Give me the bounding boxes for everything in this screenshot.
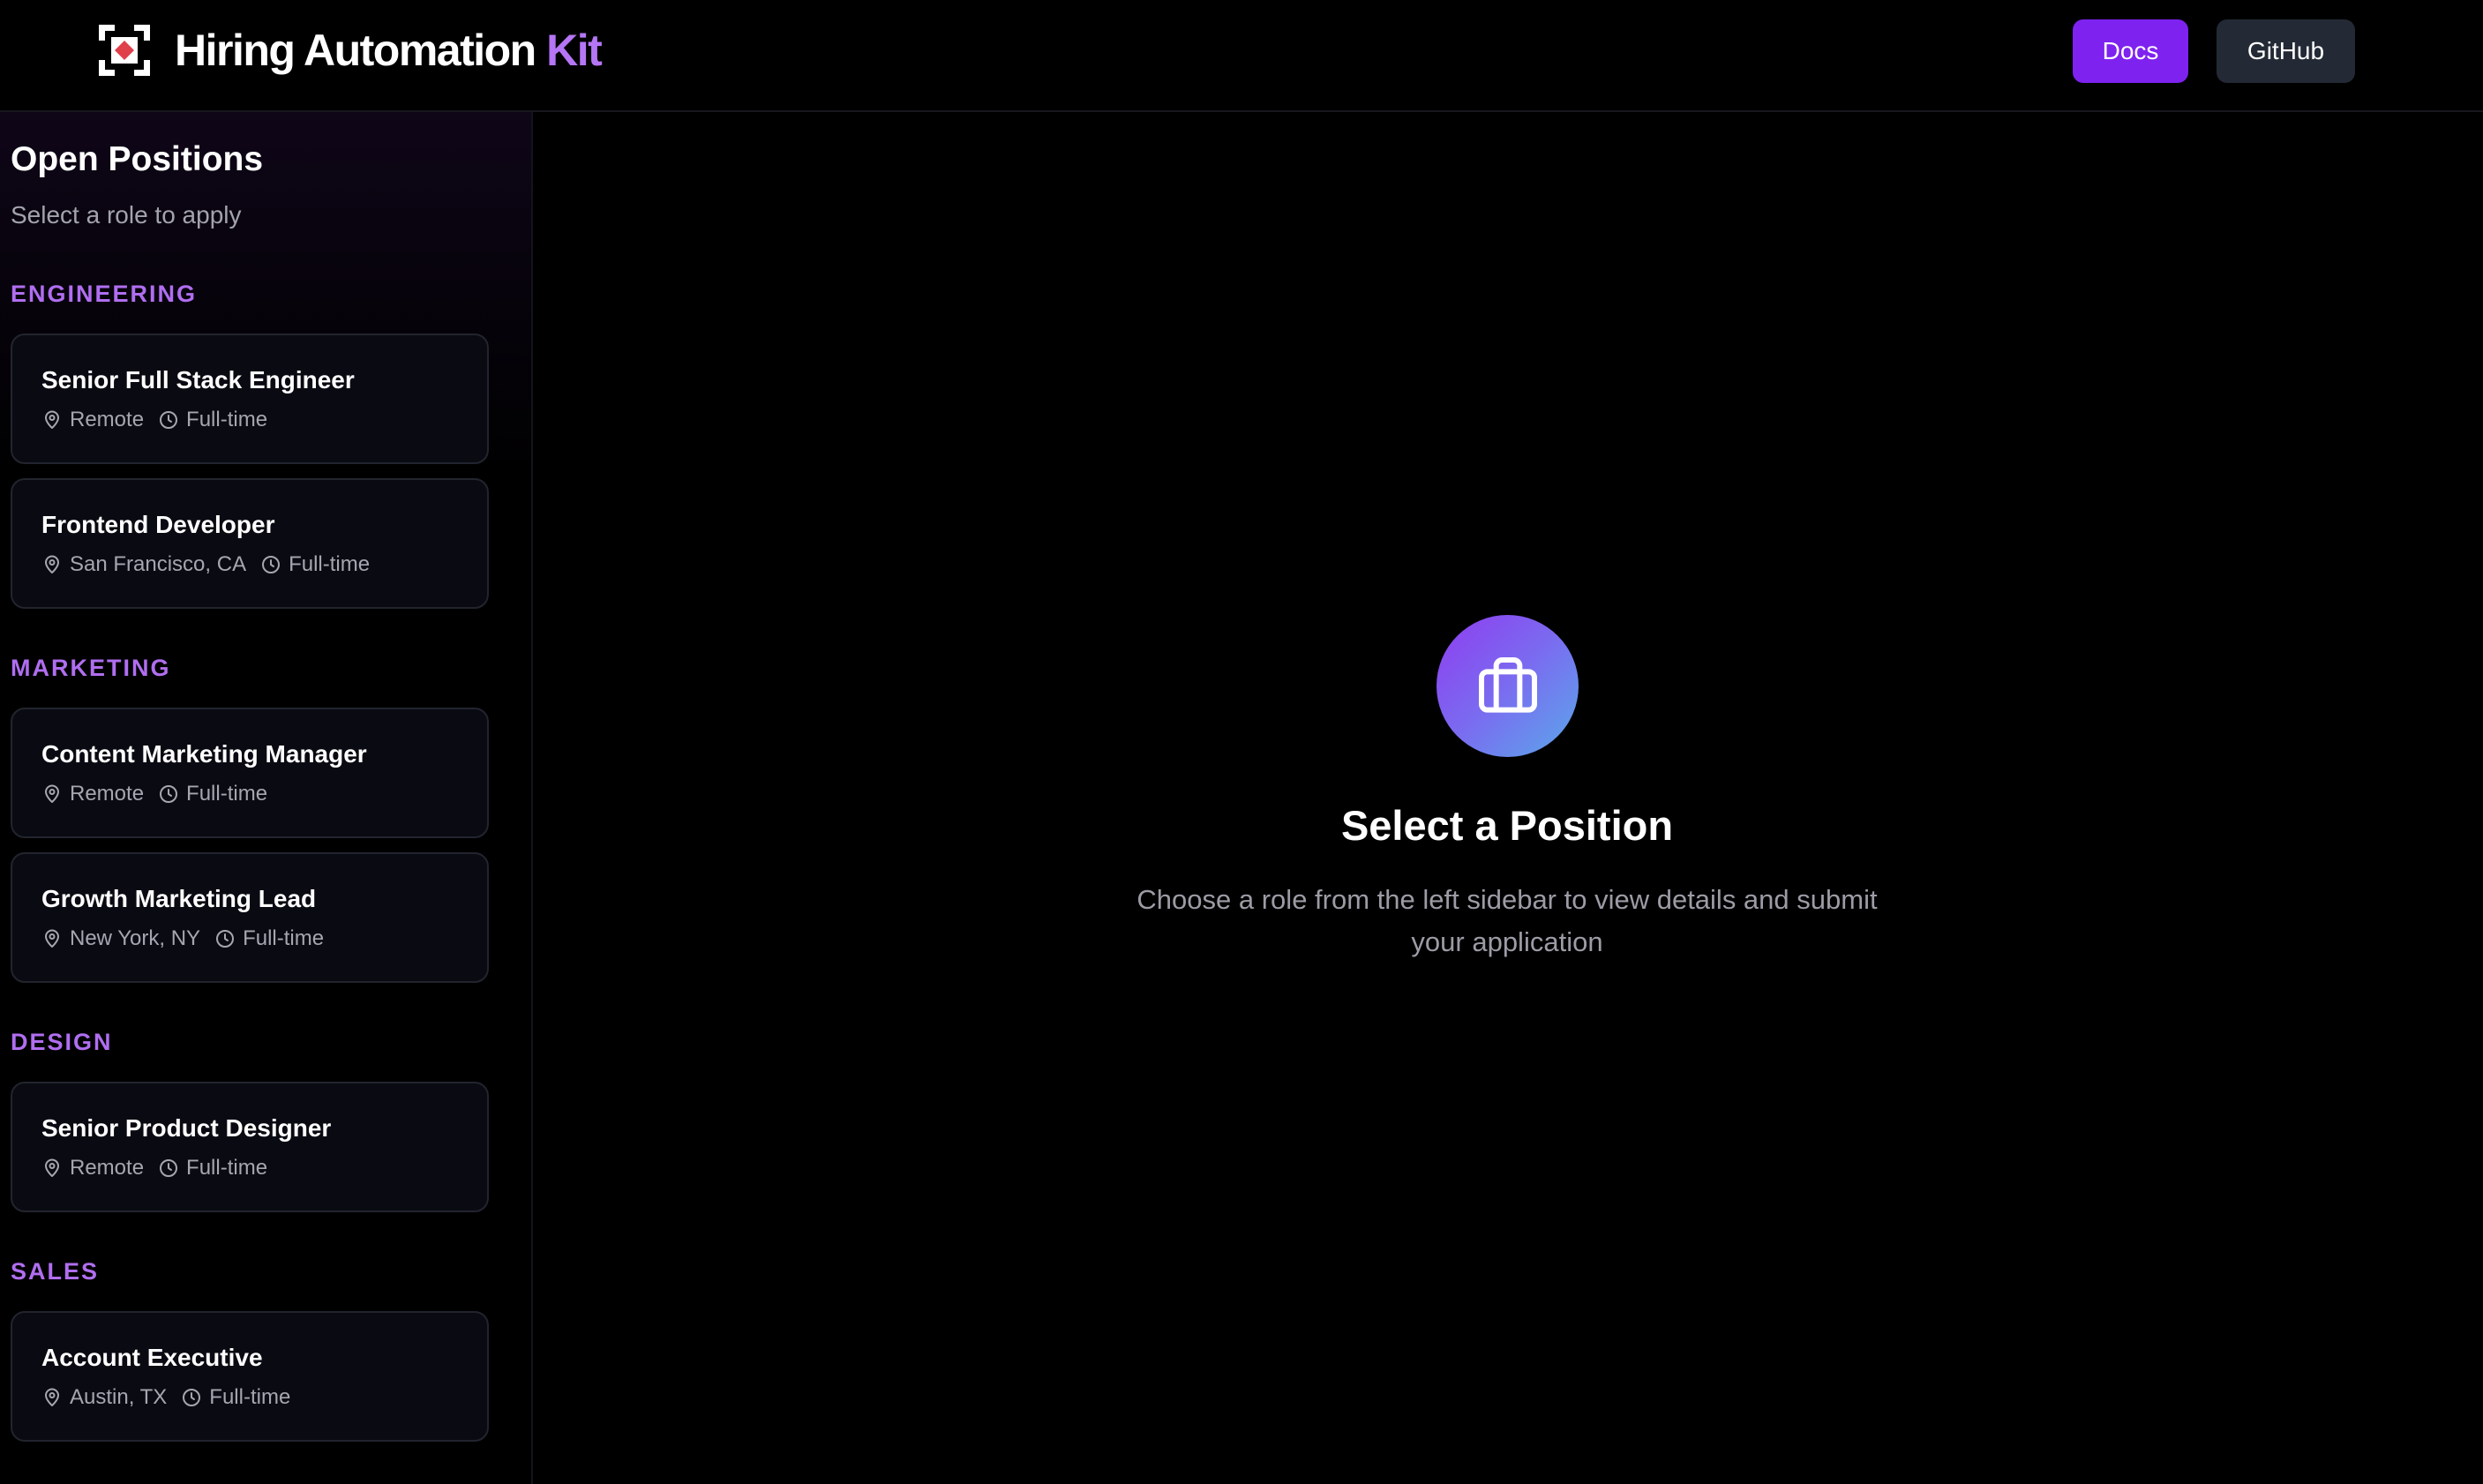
brand-logo-icon	[95, 21, 154, 79]
job-type: Full-time	[289, 552, 371, 576]
job-card-senior-full-stack-engineer[interactable]: Senior Full Stack Engineer Remote Full-t…	[11, 334, 489, 464]
top-navbar: Hiring Automation Kit Docs GitHub	[0, 0, 2483, 112]
clock-icon	[260, 554, 281, 575]
job-title: Account Executive	[41, 1344, 263, 1371]
job-title: Senior Product Designer	[41, 1114, 332, 1142]
docs-button[interactable]: Docs	[2073, 19, 2188, 83]
job-type: Full-time	[186, 1156, 268, 1180]
brand-name: Hiring Automation Kit	[175, 25, 603, 76]
job-title: Growth Marketing Lead	[41, 885, 317, 912]
job-card-frontend-developer[interactable]: Frontend Developer San Francisco, CA Ful…	[11, 478, 489, 609]
job-title: Content Marketing Manager	[41, 740, 367, 768]
map-pin-icon	[41, 783, 63, 805]
job-type: Full-time	[209, 1385, 291, 1409]
job-title: Frontend Developer	[41, 511, 275, 538]
job-location: San Francisco, CA	[70, 552, 247, 576]
job-card-content-marketing-manager[interactable]: Content Marketing Manager Remote Full-ti…	[11, 708, 489, 838]
brand-name-accent: Kit	[546, 26, 603, 75]
job-meta: Remote Full-time	[41, 782, 267, 806]
clock-icon	[181, 1387, 202, 1408]
brand[interactable]: Hiring Automation Kit	[95, 21, 603, 79]
clock-icon	[158, 409, 179, 431]
map-pin-icon	[41, 1158, 63, 1179]
briefcase-icon	[1437, 615, 1579, 757]
job-type: Full-time	[243, 926, 325, 950]
clock-icon	[214, 928, 236, 949]
map-pin-icon	[41, 554, 63, 575]
job-meta: Austin, TX Full-time	[41, 1385, 290, 1410]
brand-name-main: Hiring Automation	[175, 26, 536, 75]
job-location: Remote	[70, 408, 145, 431]
map-pin-icon	[41, 1387, 63, 1408]
positions-sidebar: Open Positions Select a role to apply EN…	[0, 112, 533, 1484]
job-type: Full-time	[186, 408, 268, 431]
department-label-design: DESIGN	[11, 1029, 113, 1055]
clock-icon	[158, 1158, 179, 1179]
github-button[interactable]: GitHub	[2217, 19, 2355, 83]
sidebar-title: Open Positions	[11, 140, 264, 178]
job-card-account-executive[interactable]: Account Executive Austin, TX Full-time	[11, 1311, 489, 1442]
department-label-engineering: ENGINEERING	[11, 281, 198, 307]
department-label-sales: SALES	[11, 1258, 100, 1285]
job-location: Remote	[70, 782, 145, 806]
department-label-marketing: MARKETING	[11, 655, 171, 681]
job-meta: Remote Full-time	[41, 408, 267, 432]
empty-state-title: Select a Position	[1340, 802, 1674, 849]
job-meta: San Francisco, CA Full-time	[41, 552, 370, 577]
job-location: Austin, TX	[70, 1385, 168, 1409]
job-card-growth-marketing-lead[interactable]: Growth Marketing Lead New York, NY Full-…	[11, 852, 489, 983]
map-pin-icon	[41, 928, 63, 949]
job-location: New York, NY	[70, 926, 201, 950]
job-meta: New York, NY Full-time	[41, 926, 324, 951]
empty-state-description: Choose a role from the left sidebar to v…	[1136, 884, 1878, 957]
clock-icon	[158, 783, 179, 805]
job-meta: Remote Full-time	[41, 1156, 267, 1180]
job-location: Remote	[70, 1156, 145, 1180]
job-type: Full-time	[186, 782, 268, 806]
job-title: Senior Full Stack Engineer	[41, 366, 355, 393]
map-pin-icon	[41, 409, 63, 431]
sidebar-subtitle: Select a role to apply	[11, 201, 242, 229]
job-card-senior-product-designer[interactable]: Senior Product Designer Remote Full-time	[11, 1082, 489, 1212]
